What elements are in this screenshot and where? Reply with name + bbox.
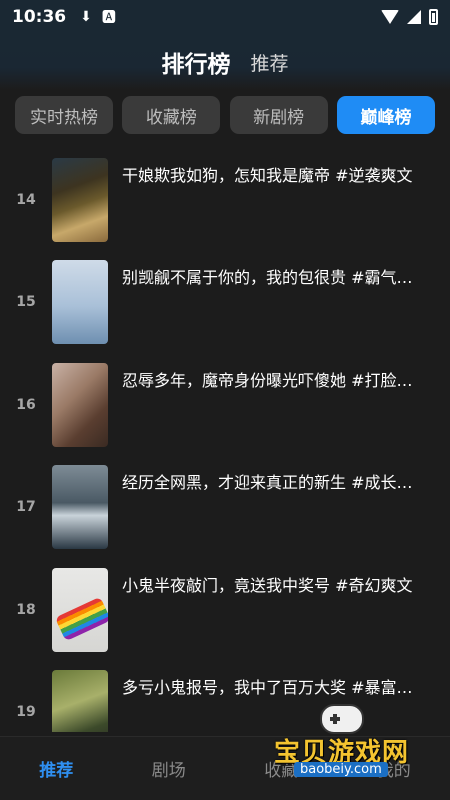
rank-number: 18: [16, 602, 36, 618]
drama-title: 经历全网黑，才迎来真正的新生 #成长…: [122, 473, 413, 492]
list-item[interactable]: 18 小鬼半夜敲门，竟送我中奖号 #奇幻爽文: [0, 562, 450, 652]
rank-number: 15: [16, 294, 36, 310]
rank-number: 17: [16, 499, 36, 515]
drama-title: 小鬼半夜敲门，竟送我中奖号 #奇幻爽文: [122, 576, 413, 595]
drama-title: 多亏小鬼报号，我中了百万大奖 #暴富…: [122, 678, 413, 697]
drama-thumbnail: [52, 465, 108, 549]
tab-recommend[interactable]: 推荐: [0, 756, 113, 781]
chip-favorites[interactable]: 收藏榜: [122, 96, 221, 134]
chip-peak[interactable]: 巅峰榜: [336, 96, 435, 134]
download-icon: ⬇: [80, 9, 92, 25]
drama-thumbnail: [52, 568, 108, 652]
watermark-url: baobeiy.com: [294, 762, 388, 777]
tab-theater[interactable]: 剧场: [113, 756, 226, 781]
ranking-category-chips: 实时热榜 收藏榜 新剧榜 巅峰榜: [0, 96, 450, 136]
watermark: 宝贝游戏网 baobeiy.com: [264, 702, 450, 792]
battery-icon: [429, 9, 438, 25]
header-tab-recommend[interactable]: 推荐: [250, 49, 288, 76]
status-bar: 10:36 ⬇ 🅰: [0, 0, 450, 34]
list-item[interactable]: 17 经历全网黑，才迎来真正的新生 #成长…: [0, 459, 450, 549]
gamepad-icon: [320, 704, 364, 734]
rank-number: 14: [16, 192, 36, 208]
signal-icon: [407, 10, 421, 24]
drama-thumbnail: [52, 670, 108, 732]
drama-thumbnail: [52, 363, 108, 447]
chip-new-drama[interactable]: 新剧榜: [229, 96, 328, 134]
font-icon: 🅰: [101, 10, 116, 26]
drama-title: 忍辱多年，魔帝身份曝光吓傻她 #打脸…: [122, 371, 413, 390]
ranking-list: 14 干娘欺我如狗，怎知我是魔帝 #逆袭爽文 15 别觊觎不属于你的，我的包很贵…: [0, 152, 450, 732]
drama-thumbnail: [52, 260, 108, 344]
list-item[interactable]: 14 干娘欺我如狗，怎知我是魔帝 #逆袭爽文: [0, 152, 450, 242]
drama-title: 别觊觎不属于你的，我的包很贵 #霸气…: [122, 268, 413, 287]
rank-number: 16: [16, 397, 36, 413]
drama-thumbnail: [52, 158, 108, 242]
top-header: 排行榜 推荐: [0, 34, 450, 90]
list-item[interactable]: 16 忍辱多年，魔帝身份曝光吓傻她 #打脸…: [0, 357, 450, 447]
header-tab-ranking[interactable]: 排行榜: [161, 45, 230, 79]
wifi-icon: [381, 10, 399, 24]
list-item[interactable]: 15 别觊觎不属于你的，我的包很贵 #霸气…: [0, 254, 450, 344]
rank-number: 19: [16, 704, 36, 720]
chip-realtime-hot[interactable]: 实时热榜: [15, 96, 113, 134]
drama-title: 干娘欺我如狗，怎知我是魔帝 #逆袭爽文: [122, 166, 413, 185]
status-time: 10:36: [12, 7, 67, 27]
